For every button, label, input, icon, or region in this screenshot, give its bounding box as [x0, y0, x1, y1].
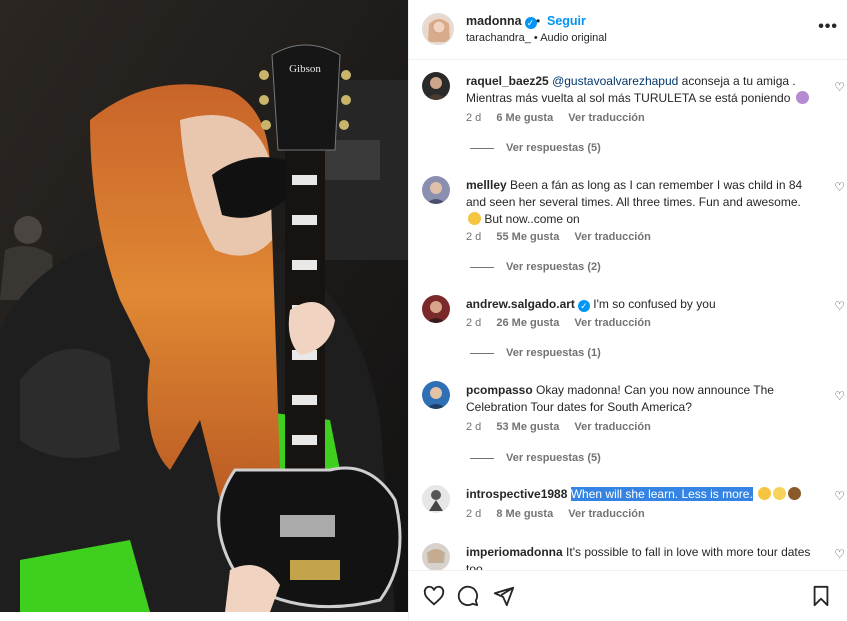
rolling-eyes-emoji-icon	[773, 487, 787, 500]
comment-mention[interactable]: @gustavoalvarezhapud	[552, 74, 678, 88]
view-replies-button[interactable]: Ver respuestas (2)	[470, 261, 601, 273]
audio-line: tarachandra_ • Audio original	[466, 32, 607, 44]
comment-meta: 2 d 26 Me gusta Ver traducción	[466, 317, 663, 329]
comment-icon[interactable]	[457, 585, 479, 610]
comment-username[interactable]: andrew.salgado.art	[466, 297, 575, 311]
comment-username[interactable]: mellley	[466, 178, 507, 192]
follow-button[interactable]: Seguir	[547, 14, 586, 28]
comment-text: introspective1988 When will she learn. L…	[466, 486, 816, 503]
comment-age: 2 d	[466, 421, 482, 433]
comment-username[interactable]: raquel_baez25	[466, 74, 549, 88]
comment-heart-icon[interactable]: ♡	[834, 547, 845, 561]
translate-link[interactable]: Ver traducción	[574, 231, 650, 243]
author-username-text[interactable]: madonna	[466, 14, 522, 28]
post-media[interactable]: Gibson	[0, 0, 408, 612]
comment-age: 2 d	[466, 508, 482, 520]
comment-heart-icon[interactable]: ♡	[834, 180, 845, 194]
comment-likes[interactable]: 53 Me gusta	[496, 421, 559, 433]
comment-meta: 2 d 53 Me gusta Ver traducción	[466, 421, 663, 433]
comments-list[interactable]: raquel_baez25 @gustavoalvarezhapud acons…	[409, 60, 847, 570]
comment-text: pcompasso Okay madonna! Can you now anno…	[466, 382, 816, 416]
replies-divider	[470, 147, 494, 149]
commenter-avatar[interactable]	[422, 381, 450, 409]
verified-badge-icon: ✓	[577, 300, 590, 312]
guitar-brand: Gibson	[289, 63, 321, 75]
comment-content-selected: When will she learn. Less is more.	[570, 487, 753, 501]
comment-heart-icon[interactable]: ♡	[834, 80, 845, 94]
comment-meta: 2 d 8 Me gusta Ver traducción	[466, 508, 657, 520]
replies-divider	[470, 457, 494, 459]
bookmark-icon[interactable]	[811, 585, 831, 610]
comment-text: raquel_baez25 @gustavoalvarezhapud acons…	[466, 73, 816, 107]
comment-age: 2 d	[466, 317, 482, 329]
comment-content: I'm so confused by you	[589, 297, 716, 311]
comment-content-continued: But now..come on	[481, 212, 580, 226]
comment-likes[interactable]: 6 Me gusta	[496, 112, 553, 124]
post-photo: Gibson	[0, 0, 408, 612]
heart-icon[interactable]	[423, 585, 445, 610]
instagram-post-modal: Gibson madonna ✓ • Seguir tarachandra_ •…	[0, 0, 847, 621]
facepalm-emoji-icon	[795, 91, 809, 104]
author-username[interactable]: madonna ✓	[466, 14, 537, 29]
commenter-avatar[interactable]	[422, 485, 450, 513]
view-replies-label[interactable]: Ver respuestas (2)	[506, 261, 601, 273]
sad-emoji-icon	[758, 487, 772, 500]
comment-username[interactable]: imperiomadonna	[466, 545, 563, 559]
view-replies-label[interactable]: Ver respuestas (5)	[506, 452, 601, 464]
comment-content: Been a fán as long as I can remember I w…	[466, 178, 803, 209]
translate-link[interactable]: Ver traducción	[574, 421, 650, 433]
separator-dot: •	[536, 14, 541, 28]
comments-panel: madonna ✓ • Seguir tarachandra_ • Audio o…	[408, 0, 847, 621]
commenter-avatar[interactable]	[422, 543, 450, 570]
comment-heart-icon[interactable]: ♡	[834, 389, 845, 403]
comment-text: mellley Been a fán as long as I can reme…	[466, 177, 816, 228]
replies-divider	[470, 352, 494, 354]
commenter-avatar[interactable]	[422, 72, 450, 100]
comment-likes[interactable]: 55 Me gusta	[496, 231, 559, 243]
view-replies-button[interactable]: Ver respuestas (5)	[470, 452, 601, 464]
verified-badge-icon: ✓	[524, 17, 537, 29]
comment-username[interactable]: introspective1988	[466, 487, 567, 501]
commenter-avatar[interactable]	[422, 176, 450, 204]
share-icon[interactable]	[493, 585, 515, 610]
comment-age: 2 d	[466, 112, 482, 124]
replies-divider	[470, 266, 494, 268]
translate-link[interactable]: Ver traducción	[568, 508, 644, 520]
comment-heart-icon[interactable]: ♡	[834, 489, 845, 503]
comment-meta: 2 d 6 Me gusta Ver traducción	[466, 112, 657, 124]
post-header: madonna ✓ • Seguir tarachandra_ • Audio o…	[409, 0, 847, 60]
translate-link[interactable]: Ver traducción	[574, 317, 650, 329]
more-options-icon[interactable]: •••	[818, 18, 838, 36]
comment-likes[interactable]: 26 Me gusta	[496, 317, 559, 329]
frowning-emoji-icon	[468, 212, 481, 225]
poop-emoji-icon	[788, 487, 802, 500]
comment-likes[interactable]: 8 Me gusta	[496, 508, 553, 520]
comment-meta: 2 d 55 Me gusta Ver traducción	[466, 231, 663, 243]
comment-text: andrew.salgado.art ✓ I'm so confused by y…	[466, 296, 816, 313]
author-avatar[interactable]	[422, 13, 454, 45]
audio-original-link[interactable]: Audio original	[540, 32, 607, 44]
comment-text: imperiomadonna It's possible to fall in …	[466, 544, 816, 570]
translate-link[interactable]: Ver traducción	[568, 112, 644, 124]
comment-username[interactable]: pcompasso	[466, 383, 533, 397]
comment-heart-icon[interactable]: ♡	[834, 299, 845, 313]
audio-separator: •	[533, 32, 538, 44]
view-replies-button[interactable]: Ver respuestas (1)	[470, 347, 601, 359]
view-replies-button[interactable]: Ver respuestas (5)	[470, 142, 601, 154]
view-replies-label[interactable]: Ver respuestas (5)	[506, 142, 601, 154]
view-replies-label[interactable]: Ver respuestas (1)	[506, 347, 601, 359]
audio-user[interactable]: tarachandra_	[466, 32, 531, 44]
action-bar	[409, 570, 847, 621]
commenter-avatar[interactable]	[422, 295, 450, 323]
comment-age: 2 d	[466, 231, 482, 243]
